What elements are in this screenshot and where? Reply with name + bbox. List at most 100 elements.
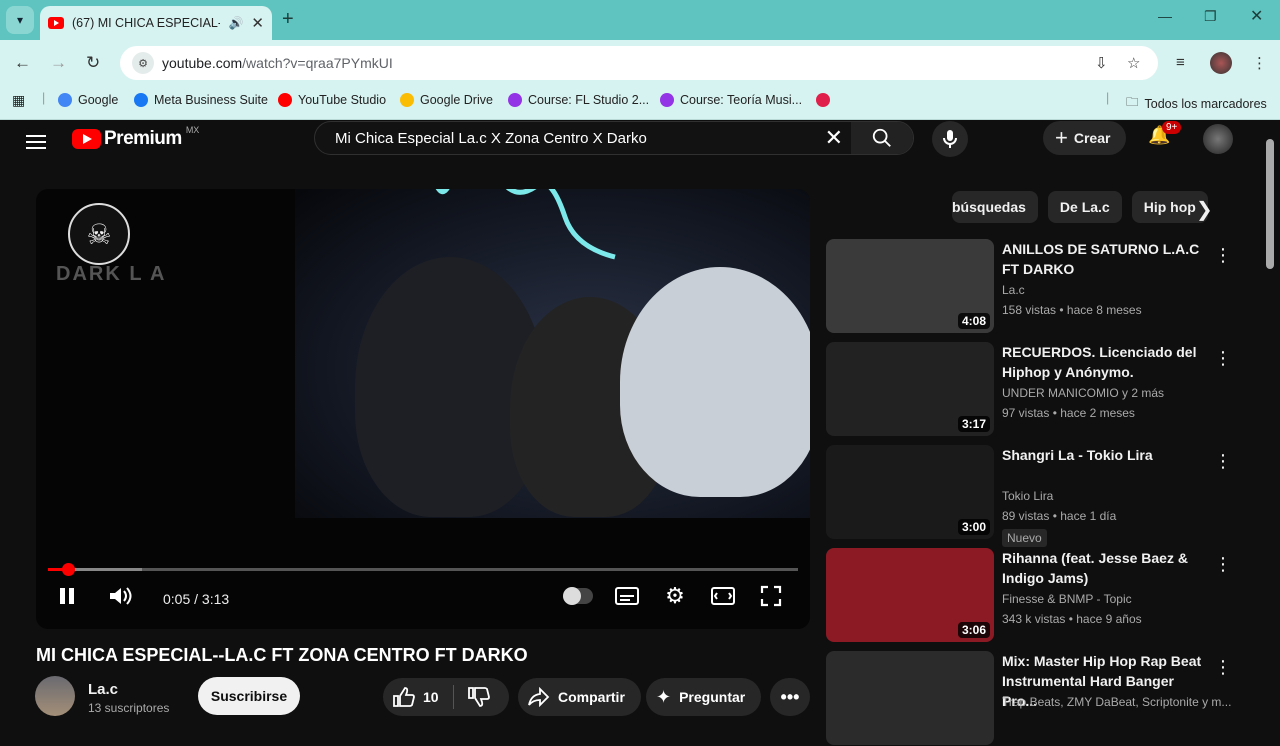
search-box[interactable]: Mi Chica Especial La.c X Zona Centro X D… xyxy=(314,121,914,155)
video-thumbnail[interactable]: 3:00 xyxy=(826,445,994,539)
bookmark-item[interactable]: Google Drive xyxy=(400,93,493,107)
settings-button[interactable]: ⚙ xyxy=(662,581,688,611)
youtube-premium-logo[interactable]: Premium MX xyxy=(72,125,199,150)
video-thumbnail[interactable]: 4:08 xyxy=(826,239,994,333)
speaker-icon[interactable]: 🔊 xyxy=(228,16,243,30)
recommendation-channel[interactable]: Trap Beats, ZMY DaBeat, Scriptonite y m.… xyxy=(1002,695,1232,709)
video-player[interactable]: ☠ DARK L A 0:05 / 3:13 ⚙ xyxy=(36,189,810,629)
recommendation-channel[interactable]: Tokio Lira xyxy=(1002,489,1232,503)
fullscreen-icon xyxy=(760,585,782,607)
profile-avatar[interactable] xyxy=(1210,52,1232,74)
video-thumbnail[interactable]: 3:06 xyxy=(826,548,994,642)
scrollbar[interactable] xyxy=(1266,139,1274,269)
subscribe-button[interactable]: Suscribirse xyxy=(198,677,300,715)
restore-icon[interactable]: ❐ xyxy=(1204,8,1217,25)
progress-bar[interactable] xyxy=(48,563,798,576)
pause-button[interactable] xyxy=(56,581,78,611)
dislike-button[interactable] xyxy=(468,687,490,707)
minimize-icon[interactable]: — xyxy=(1158,8,1172,24)
recommendation-title[interactable]: Shangri La - Tokio Lira xyxy=(1002,445,1212,465)
browser-tab[interactable]: (67) MI CHICA ESPECIAL--L⁄ 🔊 ✕ xyxy=(40,6,272,40)
recommendation-title[interactable]: Rihanna (feat. Jesse Baez & Indigo Jams) xyxy=(1002,548,1212,588)
bookmark-star-icon[interactable]: ☆ xyxy=(1127,54,1140,72)
channel-watermark: DARK L A xyxy=(56,263,167,285)
more-options-icon[interactable]: ⋮ xyxy=(1214,451,1232,472)
recommendation-title[interactable]: ANILLOS DE SATURNO L.A.C FT DARKO xyxy=(1002,239,1212,279)
video-thumbnail[interactable] xyxy=(826,651,994,745)
apps-grid-icon[interactable]: ▦ xyxy=(12,92,25,109)
clear-search-icon[interactable]: ✕ xyxy=(825,125,843,151)
share-button[interactable]: Compartir xyxy=(518,678,641,716)
chrome-menu-icon[interactable]: ⋮ xyxy=(1252,54,1267,72)
reload-icon[interactable]: ↻ xyxy=(86,53,100,73)
bookmark-label: YouTube Studio xyxy=(298,93,387,107)
recommendation-item[interactable]: 3:06 Rihanna (feat. Jesse Baez & Indigo J… xyxy=(826,548,1256,643)
bookmark-extension-icon[interactable] xyxy=(816,93,830,107)
more-options-icon[interactable]: ⋮ xyxy=(1214,348,1232,369)
recommendation-channel[interactable]: UNDER MANICOMIO y 2 más xyxy=(1002,386,1232,400)
recommendation-title[interactable]: RECUERDOS. Licenciado del Hiphop y Anóny… xyxy=(1002,342,1212,382)
autoplay-pause-icon xyxy=(563,587,593,605)
menu-icon[interactable] xyxy=(26,131,46,153)
recommendation-meta: 343 k vistas • hace 9 años xyxy=(1002,612,1142,626)
account-avatar[interactable] xyxy=(1203,124,1233,154)
subtitles-button[interactable] xyxy=(614,581,640,611)
channel-avatar[interactable] xyxy=(35,676,75,716)
fullscreen-button[interactable] xyxy=(758,581,784,611)
bookmark-item[interactable]: Meta Business Suite xyxy=(134,93,268,107)
more-actions-button[interactable]: ••• xyxy=(770,678,810,716)
voice-search-button[interactable] xyxy=(932,121,968,157)
recommendation-item[interactable]: Mix: Master Hip Hop Rap Beat Instrumenta… xyxy=(826,651,1256,746)
omnibox[interactable]: ⚙ youtube.com/watch?v=qraa7PYmkUI xyxy=(120,46,1158,80)
chevron-right-icon[interactable]: ❯ xyxy=(1196,197,1213,222)
filter-chip[interactable]: búsquedas xyxy=(952,191,1038,223)
new-tab-icon[interactable]: + xyxy=(282,8,294,31)
scrubber-handle[interactable] xyxy=(62,563,76,576)
all-bookmarks-folder[interactable]: 🗀 Todos los marcadores xyxy=(1126,93,1267,114)
recommendation-channel[interactable]: La.c xyxy=(1002,283,1232,297)
channel-name[interactable]: La.c xyxy=(88,681,118,698)
gear-icon: ⚙ xyxy=(665,583,685,608)
more-options-icon[interactable]: ⋮ xyxy=(1214,245,1232,266)
ask-button[interactable]: ✦ Preguntar xyxy=(646,678,762,716)
duration-badge: 3:06 xyxy=(957,622,990,638)
bookmark-item[interactable]: Course: FL Studio 2... xyxy=(508,93,649,107)
recommendation-channel[interactable]: Finesse & BNMP - Topic xyxy=(1002,592,1232,606)
bookmark-item[interactable]: YouTube Studio xyxy=(278,93,386,107)
more-options-icon[interactable]: ⋮ xyxy=(1214,657,1232,678)
recommendation-item[interactable]: 3:17 RECUERDOS. Licenciado del Hiphop y A… xyxy=(826,342,1256,437)
install-app-icon[interactable]: ⇩ xyxy=(1095,54,1108,72)
autoplay-toggle[interactable] xyxy=(562,581,594,611)
url-domain: youtube.com xyxy=(162,55,243,71)
video-thumbnail[interactable]: 3:17 xyxy=(826,342,994,436)
back-icon[interactable]: ← xyxy=(14,53,31,73)
media-controls-icon[interactable]: ≡ xyxy=(1176,54,1185,71)
theater-mode-button[interactable] xyxy=(710,581,736,611)
bookmarks-divider: | xyxy=(42,91,46,105)
notifications-button[interactable]: 🔔 9+ xyxy=(1148,121,1182,146)
filter-chip[interactable]: De La.c xyxy=(1047,191,1122,223)
share-icon xyxy=(528,687,550,707)
share-label: Compartir xyxy=(558,689,625,705)
site-info-icon[interactable]: ⚙ xyxy=(132,52,154,74)
red-circle-icon xyxy=(816,93,830,107)
browser-tab-strip: ▾ (67) MI CHICA ESPECIAL--L⁄ 🔊 ✕ + — ❐ ✕ xyxy=(0,0,1280,40)
create-label: Crear xyxy=(1073,130,1111,146)
bookmark-item[interactable]: Google xyxy=(58,93,118,107)
bookmark-item[interactable]: Course: Teoría Musi... xyxy=(660,93,802,107)
like-button[interactable]: 10 xyxy=(383,687,453,707)
youtube-favicon-icon xyxy=(48,17,64,29)
forward-icon[interactable]: → xyxy=(50,53,67,73)
window-close-icon[interactable]: ✕ xyxy=(1250,6,1263,26)
logo-word: Premium xyxy=(104,128,182,149)
skull-logo-icon: ☠ xyxy=(68,203,130,265)
recommendation-item[interactable]: 3:00 Shangri La - Tokio Lira Tokio Lira 89 … xyxy=(826,445,1256,547)
recommendation-item[interactable]: 4:08 ANILLOS DE SATURNO L.A.C FT DARKO La.… xyxy=(826,239,1256,334)
search-button[interactable] xyxy=(851,122,913,154)
close-tab-icon[interactable]: ✕ xyxy=(251,14,264,32)
tab-search-button[interactable]: ▾ xyxy=(6,6,34,34)
volume-button[interactable] xyxy=(106,581,134,611)
theater-icon xyxy=(711,587,735,605)
more-options-icon[interactable]: ⋮ xyxy=(1214,554,1232,575)
create-button[interactable]: + Crear xyxy=(1043,121,1127,155)
